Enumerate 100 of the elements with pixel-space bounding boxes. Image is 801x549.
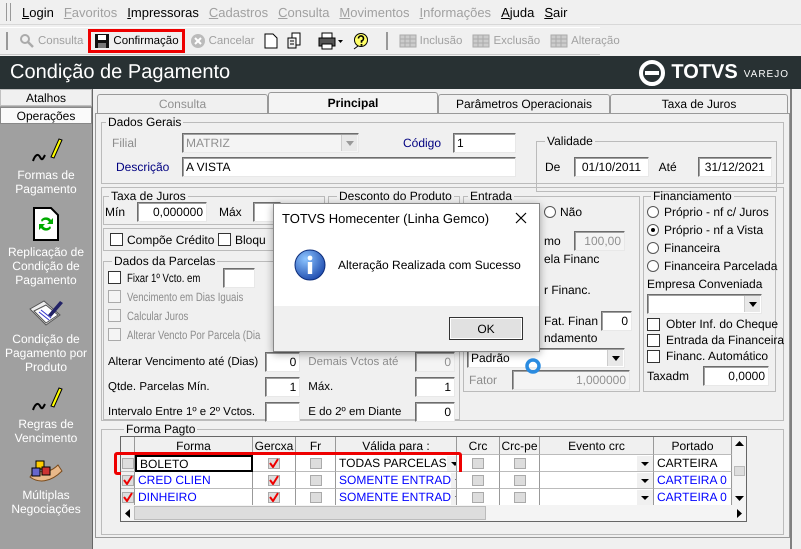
date-field[interactable]: 31/12/2021: [698, 156, 772, 176]
dialog-title: TOTVS Homecenter (Linha Gemco): [282, 210, 490, 226]
scroll-left-icon[interactable]: [124, 508, 130, 518]
checkbox[interactable]: [647, 334, 660, 346]
number-field[interactable]: [264, 402, 300, 422]
descricao-field[interactable]: A VISTA: [182, 157, 516, 177]
menu-item[interactable]: Sair: [539, 4, 572, 20]
field-label: Empresa Conveniada: [647, 277, 764, 291]
checkbox[interactable]: [110, 233, 123, 246]
codigo-field[interactable]: 1: [453, 133, 516, 153]
dropdown-arrow-icon: [748, 302, 756, 306]
checkbox[interactable]: [122, 492, 134, 502]
number-field[interactable]: 1: [264, 377, 300, 397]
radio-button[interactable]: [647, 206, 659, 218]
scroll-up-icon[interactable]: [735, 440, 744, 446]
dropdown-arrow-icon: [612, 356, 620, 360]
new-document-icon[interactable]: [264, 33, 278, 49]
radio-button[interactable]: [647, 242, 659, 254]
checkbox[interactable]: [647, 350, 660, 362]
table-cell[interactable]: CARTEIRA: [654, 455, 732, 472]
checkbox[interactable]: [472, 474, 484, 486]
field-label: ndamento: [544, 330, 598, 344]
checkbox[interactable]: [310, 458, 322, 468]
radio-button[interactable]: [647, 224, 659, 236]
tab[interactable]: Taxa de Juros: [610, 94, 788, 113]
table-cell[interactable]: TODAS PARCELAS: [336, 455, 457, 472]
logo-icon: [639, 60, 666, 86]
radio-button[interactable]: [544, 206, 556, 218]
scroll-thumb[interactable]: [134, 506, 486, 520]
search-icon: [19, 33, 35, 49]
document-refresh-icon[interactable]: [32, 206, 60, 242]
number-field[interactable]: 1: [415, 377, 455, 397]
table-cell[interactable]: SOMENTE ENTRAD: [336, 489, 457, 506]
table-cell[interactable]: CARTEIRA 0: [654, 472, 732, 489]
checkbox[interactable]: [514, 492, 526, 502]
tab[interactable]: Parâmetros Operacionais: [438, 94, 610, 113]
table-cell[interactable]: BOLETO: [135, 455, 253, 472]
menu-item[interactable]: Impressoras: [122, 4, 204, 20]
menu-item[interactable]: Login: [17, 4, 59, 20]
field-label: Taxadm: [647, 369, 690, 383]
checkbox[interactable]: [218, 233, 231, 246]
table-icon: [472, 34, 490, 48]
table-cell[interactable]: CARTEIRA 0: [654, 489, 732, 506]
scroll-down-icon[interactable]: [735, 496, 744, 502]
checkbox[interactable]: [122, 474, 134, 486]
checkbox[interactable]: [310, 492, 322, 502]
checkbox[interactable]: [268, 474, 280, 486]
field-label: Alterar Vencimento até (Dias): [108, 356, 260, 368]
info-icon: [294, 249, 326, 281]
checkbox[interactable]: [268, 492, 280, 502]
checkbox[interactable]: [310, 474, 322, 486]
column-header[interactable]: Portado: [654, 437, 732, 455]
checkbox-label: Entrada da Financeira: [666, 333, 784, 347]
checkbox[interactable]: [647, 318, 660, 330]
busy-cursor-icon: [525, 358, 541, 374]
field-label: Máx.: [307, 381, 334, 393]
table-cell[interactable]: DINHEIRO: [135, 489, 253, 506]
checkbox[interactable]: [514, 474, 526, 486]
column-header[interactable]: Evento crc: [540, 437, 654, 455]
table-cell[interactable]: SOMENTE ENTRAD: [336, 472, 457, 489]
number-field[interactable]: 0: [601, 310, 632, 330]
toolbar-button[interactable]: Confirmação: [88, 29, 185, 53]
number-field[interactable]: 0: [415, 402, 455, 422]
checkbox[interactable]: [268, 458, 280, 468]
menu-item[interactable]: Ajuda: [496, 4, 540, 20]
vertical-scrollbar[interactable]: [733, 437, 746, 505]
scroll-thumb[interactable]: [734, 466, 745, 476]
number-field[interactable]: 0: [264, 352, 300, 372]
table-cell[interactable]: CRED CLIEN: [135, 472, 253, 489]
radio-button[interactable]: [647, 260, 659, 272]
scroll-right-icon[interactable]: [737, 508, 743, 518]
help-icon[interactable]: [352, 32, 370, 50]
radio-label: Próprio - nf a Vista: [664, 223, 764, 237]
checkbox-label: Obter Inf. do Cheque: [666, 317, 778, 331]
field-label: r Financ.: [544, 282, 591, 296]
checkbox[interactable]: [472, 492, 484, 502]
checkbox[interactable]: [472, 458, 484, 468]
date-field[interactable]: [222, 268, 255, 288]
column-header[interactable]: Crc-pe: [500, 437, 540, 455]
checkbox[interactable]: [514, 458, 526, 468]
sidebar-tab[interactable]: Operações: [0, 107, 92, 124]
empresa-dropdown[interactable]: [647, 294, 762, 314]
radio-label: Próprio - nf c/ Juros: [664, 205, 769, 219]
field-label: E do 2º em Diante: [307, 406, 402, 418]
printer-icon[interactable]: [318, 32, 344, 50]
taxadm-field[interactable]: 0,0000: [703, 366, 769, 386]
horizontal-scrollbar[interactable]: [121, 505, 746, 521]
checkbox[interactable]: [108, 271, 121, 284]
sidebar-tab[interactable]: Atalhos: [0, 89, 92, 106]
close-icon[interactable]: [515, 212, 527, 224]
checkbox[interactable]: [122, 458, 134, 468]
ok-button[interactable]: OK: [449, 317, 523, 340]
checkbox-label: Vencimento em Dias Iguais: [127, 290, 244, 304]
table-icon: [550, 34, 568, 48]
min-field[interactable]: 0,000000: [137, 202, 207, 222]
dropdown-arrow-icon: [346, 140, 354, 146]
date-field[interactable]: 01/10/2011: [574, 156, 649, 176]
field-label: Fator: [468, 373, 498, 387]
tab[interactable]: Principal: [268, 92, 438, 113]
table-icon: [398, 34, 417, 48]
